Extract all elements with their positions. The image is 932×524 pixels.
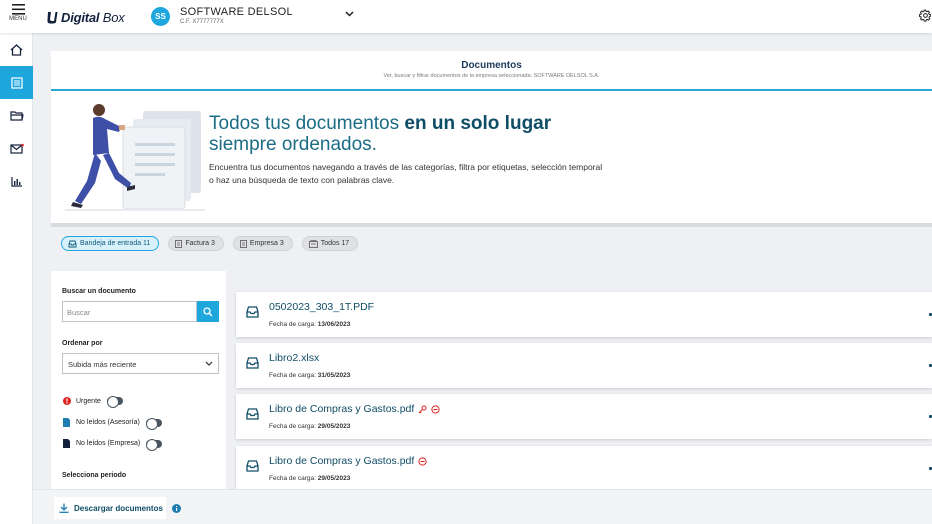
document-item[interactable]: Libro de Compras y Gastos.pdf Fecha de c… bbox=[236, 394, 932, 439]
search-label: Buscar un documento bbox=[62, 288, 136, 295]
sidebar-item-reports[interactable] bbox=[0, 165, 33, 198]
document-item[interactable]: Libro de Compras y Gastos.pdf Fecha de c… bbox=[236, 446, 932, 491]
logo[interactable]: Digital Box bbox=[47, 8, 125, 26]
sidebar bbox=[0, 33, 33, 524]
download-documents-button[interactable]: Descargar documentos bbox=[54, 497, 166, 519]
document-name[interactable]: Libro de Compras y Gastos.pdf bbox=[269, 403, 440, 415]
folder-icon bbox=[9, 111, 24, 121]
tag-invoice[interactable]: Factura 3 bbox=[168, 236, 224, 251]
panel-divider bbox=[51, 223, 932, 227]
key-icon bbox=[418, 405, 427, 413]
panel-header: Documentos Ver, buscar y filtrar documen… bbox=[51, 51, 932, 91]
info-icon[interactable] bbox=[172, 504, 181, 513]
urgent-toggle[interactable] bbox=[106, 396, 123, 408]
logo-mark-icon bbox=[47, 11, 58, 23]
company-selector[interactable]: SOFTWARE DELSOL C.F. X7777777X bbox=[180, 6, 293, 25]
unread-company-toggle[interactable] bbox=[146, 438, 163, 451]
person-pushing-documents-illustration bbox=[65, 104, 205, 211]
hamburger-icon bbox=[11, 4, 25, 15]
document-upload-date: Fecha de carga: 29/05/2023 bbox=[269, 423, 351, 430]
order-select[interactable]: Subida más reciente bbox=[62, 353, 219, 374]
menu-label: MENÚ bbox=[9, 16, 27, 22]
document-item[interactable]: 0502023_303_1T.PDF Fecha de carga: 13/06… bbox=[236, 292, 932, 337]
stack-icon bbox=[308, 239, 318, 248]
page-subtitle: Ver, buscar y filtrar documentos de la e… bbox=[383, 73, 600, 79]
unread-advisory-filter: No leídos (Asesoría) bbox=[62, 417, 162, 430]
inbox-tray-icon bbox=[246, 306, 259, 318]
documents-icon bbox=[10, 76, 23, 89]
sidebar-item-messages[interactable] bbox=[0, 132, 33, 165]
inbox-tray-icon bbox=[246, 357, 259, 369]
page-title: Documentos bbox=[461, 60, 522, 71]
mail-icon bbox=[9, 143, 24, 154]
gear-icon[interactable] bbox=[919, 9, 932, 22]
tag-inbox[interactable]: Bandeja de entrada 11 bbox=[61, 236, 160, 251]
urgent-icon bbox=[62, 397, 71, 405]
document-name[interactable]: 0502023_303_1T.PDF bbox=[269, 301, 374, 313]
inbox-tray-icon bbox=[246, 460, 259, 472]
chevron-down-icon[interactable] bbox=[345, 11, 354, 17]
sidebar-item-folders[interactable] bbox=[0, 99, 33, 132]
tag-all[interactable]: Todos 17 bbox=[301, 236, 359, 251]
document-name[interactable]: Libro2.xlsx bbox=[269, 352, 319, 364]
category-tags: Bandeja de entrada 11 Factura 3 Empresa … bbox=[61, 236, 359, 251]
document-upload-date: Fecha de carga: 29/05/2023 bbox=[269, 475, 351, 482]
document-upload-date: Fecha de carga: 13/06/2023 bbox=[269, 321, 351, 328]
urgent-filter: Urgente bbox=[62, 396, 123, 408]
inbox-icon bbox=[68, 240, 77, 247]
filter-panel: Buscar un documento Buscar Ordenar por S… bbox=[51, 271, 226, 491]
menu-button[interactable]: MENÚ bbox=[6, 4, 30, 30]
hero-banner: Todos tus documentos en un solo lugar si… bbox=[51, 91, 932, 221]
chart-icon bbox=[10, 177, 22, 187]
documents-header-panel: Documentos Ver, buscar y filtrar documen… bbox=[51, 51, 932, 223]
blocked-icon bbox=[418, 456, 427, 466]
company-cif: C.F. X7777777X bbox=[180, 19, 224, 25]
document-item[interactable]: Libro2.xlsx Fecha de carga: 31/05/2023 bbox=[236, 343, 932, 388]
download-icon bbox=[59, 503, 69, 513]
document-name[interactable]: Libro de Compras y Gastos.pdf bbox=[269, 455, 427, 467]
home-icon bbox=[10, 43, 23, 56]
search-icon bbox=[203, 306, 213, 316]
search-button[interactable] bbox=[197, 301, 219, 322]
file-dark-icon bbox=[63, 439, 70, 448]
hero-title: Todos tus documentos en un solo lugar si… bbox=[209, 113, 552, 155]
file-blue-icon bbox=[63, 418, 70, 427]
bottom-action-bar: Descargar documentos bbox=[33, 489, 932, 524]
document-upload-date: Fecha de carga: 31/05/2023 bbox=[269, 372, 351, 379]
inbox-tray-icon bbox=[246, 408, 259, 420]
order-label: Ordenar por bbox=[62, 340, 103, 347]
unread-advisory-toggle[interactable] bbox=[145, 417, 162, 430]
document-icon bbox=[175, 239, 183, 248]
top-bar: MENÚ Digital Box SS SOFTWARE DELSOL C.F.… bbox=[0, 0, 932, 33]
company-avatar[interactable]: SS bbox=[151, 7, 170, 26]
tag-company[interactable]: Empresa 3 bbox=[232, 236, 293, 251]
sidebar-item-documents[interactable] bbox=[0, 66, 33, 99]
company-name: SOFTWARE DELSOL bbox=[180, 6, 293, 18]
search-input[interactable]: Buscar bbox=[62, 301, 197, 322]
unread-company-filter: No leídos (Empresa) bbox=[62, 438, 163, 451]
hero-description: Encuentra tus documentos navegando a tra… bbox=[209, 162, 603, 185]
document-icon bbox=[240, 239, 247, 248]
blocked-icon bbox=[431, 404, 440, 414]
period-label: Selecciona periodo bbox=[62, 472, 127, 479]
logo-text: Digital Box bbox=[61, 9, 125, 25]
chevron-down-icon bbox=[205, 361, 213, 366]
sidebar-item-home[interactable] bbox=[0, 33, 33, 66]
